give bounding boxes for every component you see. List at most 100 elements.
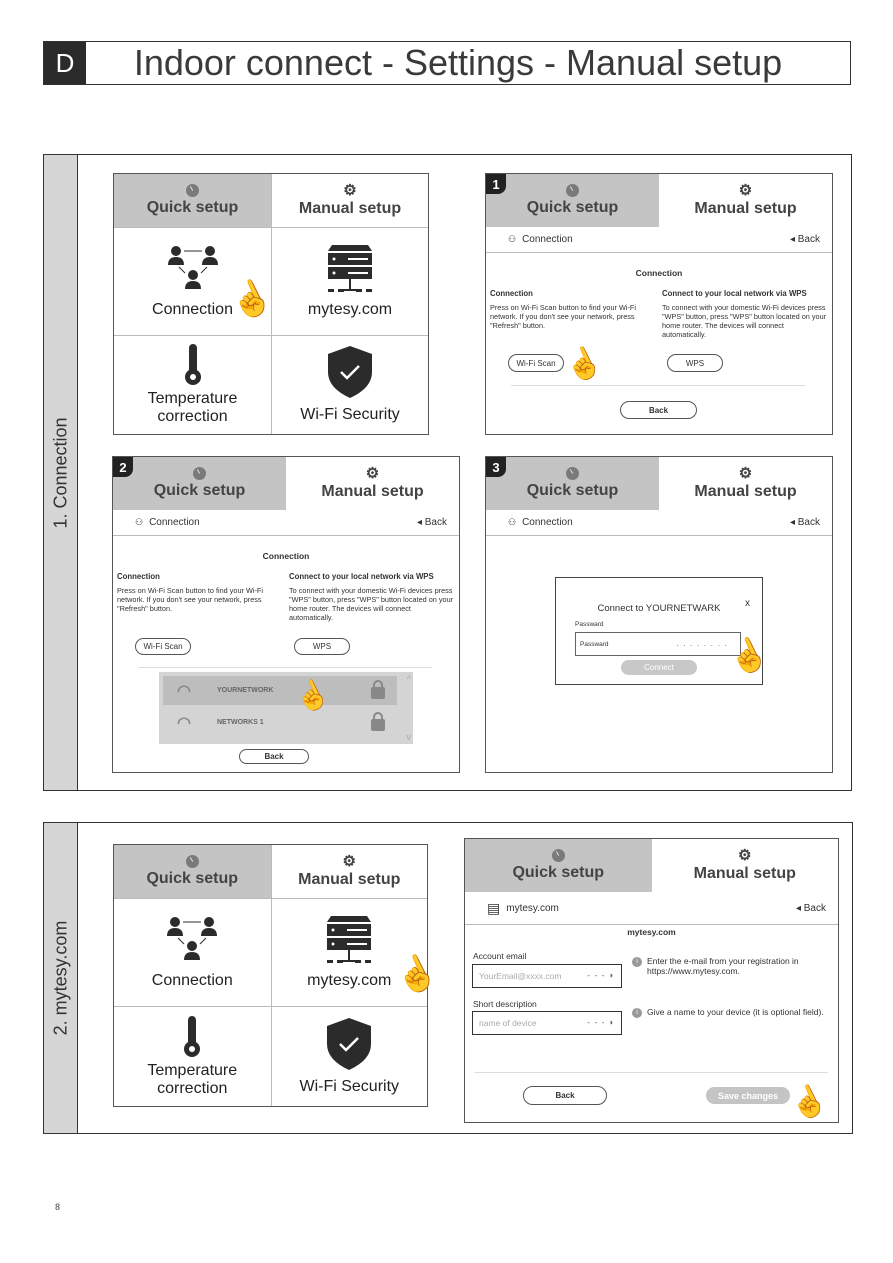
tab-quick-setup[interactable]: Quick setup [486,174,659,227]
menu-label: Connection [152,300,233,318]
tab-label: Quick setup [526,482,619,499]
tab-quick-setup[interactable]: Quick setup [114,845,271,898]
divider [138,667,432,668]
server-icon [327,915,372,963]
right-text: To connect with your domestic Wi-Fi devi… [662,303,827,339]
back-link[interactable]: ◂ Back [796,903,826,914]
subbar-label: Connection [522,517,573,528]
right-text: To connect with your domestic Wi-Fi devi… [289,586,454,622]
connect-button[interactable]: Connect [621,660,697,675]
left-heading: Connection [117,572,160,581]
tab-manual-setup[interactable]: ⚙ Manual setup [286,457,459,510]
menu-item-temperature[interactable]: Temperature correction [114,1006,271,1106]
gear-icon: ⚙ [738,846,752,864]
people-network-icon: ⚇ [135,517,144,527]
description-input[interactable]: name of device - - - ◗ [472,1011,622,1035]
wps-button[interactable]: WPS [667,354,723,372]
page-title: Indoor connect - Settings - Manual setup [133,42,783,83]
lock-icon [371,680,385,699]
scroll-down-arrow[interactable]: v [407,732,412,742]
save-changes-button[interactable]: Save changes [706,1087,790,1104]
tab-quick-setup[interactable]: Quick setup [114,174,271,227]
gear-icon: ⚙ [738,464,753,482]
menu-item-connection[interactable]: Connection [114,898,271,1006]
clock-icon [566,467,579,480]
people-network-icon [167,916,218,960]
left-text: Press on Wi-Fi Scan button to find your … [490,303,636,330]
clock-icon [551,849,565,862]
step-badge: 1 [486,174,506,194]
tab-manual-setup[interactable]: ⚙ Manual setup [271,174,428,227]
right-heading: Connect to your local network via WPS [289,572,434,581]
wifi-scan-button[interactable]: Wi-Fi Scan [508,354,564,372]
menu-label: mytesy.com [307,300,393,318]
menu-label: Temperature correction [147,1061,238,1097]
hint-text: Enter the e-mail from your registration … [647,956,799,976]
scroll-up-arrow[interactable]: ^ [407,674,411,684]
back-button[interactable]: Back [523,1086,607,1105]
tab-label: Manual setup [298,870,401,888]
desc-hint: i Give a name to your device (it is optio… [632,1007,838,1018]
tap-indicator: - - - ◗ [587,970,615,980]
tab-label: Quick setup [526,199,619,216]
tab-manual-setup[interactable]: ⚙ Manual setup [659,174,832,227]
wps-button[interactable]: WPS [294,638,350,655]
mytesy-panel: Quick setup ⚙ Manual setup ▤ mytesy.com ◂ B… [464,838,839,1123]
menu-label: mytesy.com [307,971,392,989]
dialog-title: Connect to YOURNETWARK [597,603,721,614]
clock-icon [186,184,199,197]
back-link[interactable]: ◂ Back [790,517,820,528]
gear-icon: ⚙ [343,181,357,199]
lock-icon [371,712,385,731]
back-link[interactable]: ◂ Back [417,517,447,528]
network-item[interactable]: ◠ YOURNETWORK [163,676,397,705]
network-name: YOURNETWORK [217,687,274,694]
menu-label: Temperature correction [147,390,238,425]
menu-item-security[interactable]: Wi-Fi Security [270,1006,427,1106]
menu-item-security[interactable]: Wi-Fi Security [271,335,428,434]
tab-quick-setup[interactable]: Quick setup [465,839,652,892]
tap-indicator: - - - ◗ [587,1017,615,1027]
menu-label: Connection [151,971,233,989]
clock-icon [566,184,579,197]
network-name: NETWORKS 1 [217,719,264,726]
tab-quick-setup[interactable]: Quick setup [486,457,659,510]
tab-label: Manual setup [694,199,797,217]
step-badge: 2 [113,457,133,477]
clock-icon [193,467,206,480]
step-2-panel: 2 Quick setup ⚙ Manual setup ⚇ Connection ◂… [112,456,460,773]
people-network-icon: ⚇ [508,234,517,244]
back-link[interactable]: ◂ Back [790,234,820,245]
email-label: Account email [473,951,527,961]
password-field[interactable]: Passward · · · · · · · · [575,632,741,656]
desc-label: Short description [473,999,537,1009]
tab-label: Manual setup [693,864,796,882]
menu-item-temperature[interactable]: Temperature correction [114,335,271,434]
email-input[interactable]: YourEmail@xxxx.com - - - ◗ [472,964,622,988]
network-list: ◠ YOURNETWORK ◠ NETWORKS 1 ^ v [159,672,413,744]
tab-manual-setup[interactable]: ⚙ Manual setup [270,845,428,898]
back-button[interactable]: Back [620,401,697,419]
tab-quick-setup[interactable]: Quick setup [113,457,286,510]
tab-manual-setup[interactable]: ⚙ Manual setup [659,457,832,510]
gear-icon: ⚙ [342,852,356,870]
password-label: Passward [575,621,604,628]
content-title: mytesy.com [627,927,676,937]
email-hint: i Enter the e-mail from your registration… [632,956,832,976]
left-heading: Connection [490,289,533,298]
network-item[interactable]: ◠ NETWORKS 1 [163,708,397,737]
wifi-scan-button[interactable]: Wi-Fi Scan [135,638,191,655]
back-button[interactable]: Back [239,749,309,764]
menu-item-mytesy[interactable]: mytesy.com [271,227,428,335]
menu-label: Wi-Fi Security [299,1077,400,1095]
close-icon[interactable]: x [745,598,750,609]
gear-icon: ⚙ [365,464,380,482]
section-label: 2. mytesy.com [50,920,70,1036]
tab-manual-setup[interactable]: ⚙ Manual setup [652,839,839,892]
desc-placeholder: name of device [479,1018,537,1028]
thermometer-icon [184,1015,201,1057]
menu-label: Wi-Fi Security [300,406,400,423]
people-network-icon: ⚇ [508,517,517,527]
tab-label: Quick setup [146,199,239,216]
tab-label: Manual setup [321,482,424,500]
